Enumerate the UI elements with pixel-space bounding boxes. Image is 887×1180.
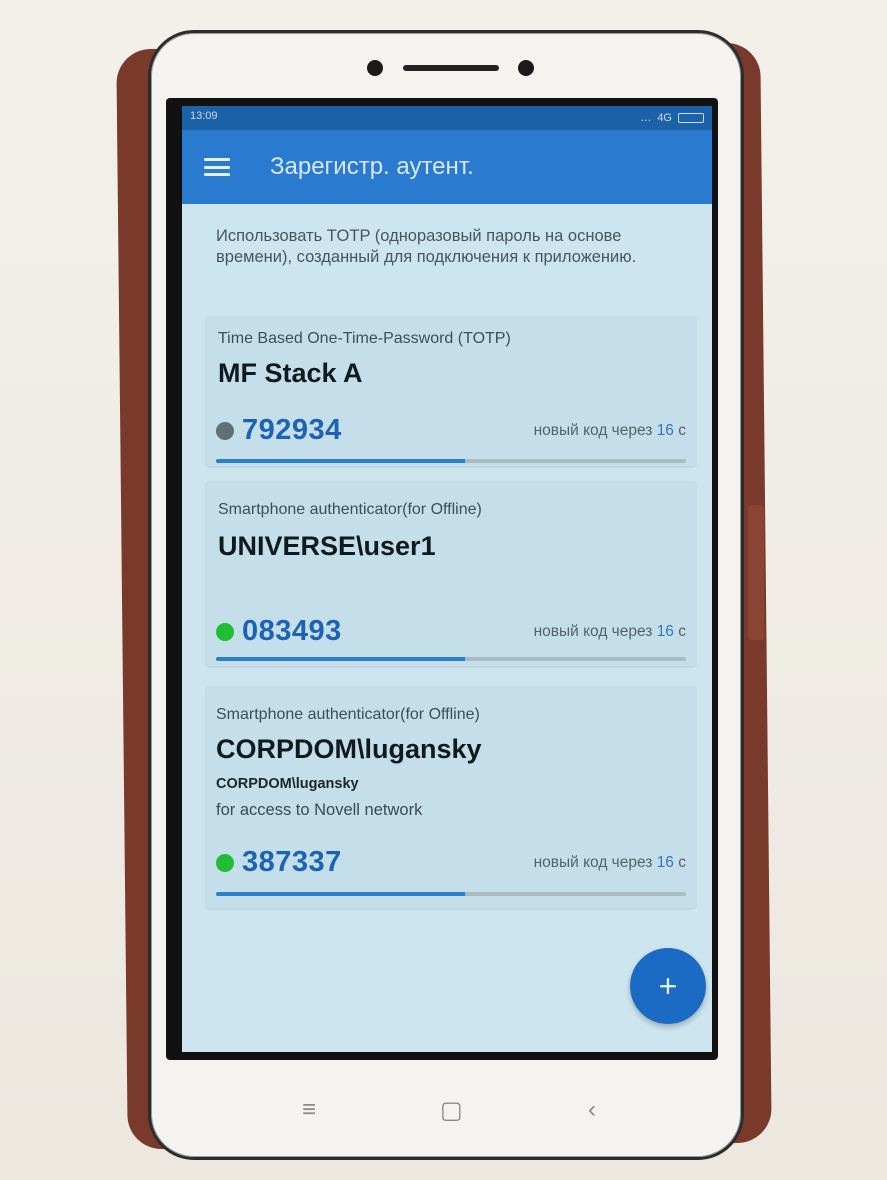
status-dot-icon <box>216 853 234 872</box>
phone-screen: 13:09 … 4G Зарегистр. аутент. Использова… <box>166 98 718 1060</box>
page-title: Зарегистр. аутент. <box>270 153 474 180</box>
status-bar: 13:09 … 4G <box>182 106 712 130</box>
card-type-label: Smartphone authenticator(for Offline) <box>218 501 482 518</box>
card-account-name: UNIVERSE\user1 <box>218 531 436 561</box>
intro-text: Использовать TOTP (одноразовый пароль на… <box>216 227 637 266</box>
card-description: for access to Novell network <box>216 801 423 819</box>
code-progress-bar <box>216 657 686 661</box>
signal-dots: … <box>640 112 652 124</box>
authenticator-card-totp[interactable]: Time Based One-Time-Password (TOTP) MF S… <box>206 316 696 466</box>
proximity-sensor-icon <box>518 60 534 76</box>
code-progress-bar <box>216 459 686 463</box>
timer-seconds: 16 <box>656 853 674 871</box>
card-type-label: Time Based One-Time-Password (TOTP) <box>218 330 511 347</box>
battery-icon <box>678 113 704 123</box>
app-bar: Зарегистр. аутент. <box>182 130 712 204</box>
code-row: 792934 новый код через 16 с <box>216 414 686 447</box>
card-type-label: Smartphone authenticator(for Offline) <box>216 706 480 723</box>
progress-fill <box>216 657 466 661</box>
progress-fill <box>216 459 466 463</box>
code-row: 083493 новый код через 16 с <box>216 615 686 648</box>
progress-fill <box>216 892 466 896</box>
status-dot-icon <box>216 622 234 641</box>
otp-code[interactable]: 792934 <box>242 414 342 447</box>
add-authenticator-button[interactable]: + <box>630 948 706 1024</box>
menu-key-icon[interactable]: ≡ <box>302 1096 316 1124</box>
card-account-subtitle: CORPDOM\lugansky <box>216 776 359 792</box>
code-progress-bar <box>216 892 686 896</box>
authenticator-card-offline-user1[interactable]: Smartphone authenticator(for Offline) UN… <box>206 481 696 666</box>
card-account-name: MF Stack A <box>218 358 363 388</box>
app-display: 13:09 … 4G Зарегистр. аутент. Использова… <box>182 106 712 1052</box>
otp-code[interactable]: 387337 <box>242 846 342 879</box>
timer-seconds: 16 <box>656 421 674 439</box>
otp-code[interactable]: 083493 <box>242 615 342 648</box>
code-timer: новый код через 16 с <box>533 421 686 439</box>
earpiece-speaker <box>403 65 499 71</box>
authenticator-card-offline-corpdom[interactable]: Smartphone authenticator(for Offline) CO… <box>206 686 696 908</box>
status-dot-icon <box>216 421 234 440</box>
network-type: 4G <box>657 112 672 124</box>
home-key-icon[interactable]: ▢ <box>440 1096 463 1125</box>
code-timer: новый код через 16 с <box>533 622 686 640</box>
front-camera-icon <box>367 60 383 76</box>
code-row: 387337 новый код через 16 с <box>216 846 686 879</box>
timer-seconds: 16 <box>656 622 674 640</box>
card-account-name: CORPDOM\lugansky <box>216 734 482 764</box>
phone-case-tab <box>748 505 764 640</box>
status-time: 13:09 <box>190 110 218 122</box>
code-timer: новый код через 16 с <box>533 853 686 871</box>
hamburger-menu-icon[interactable] <box>204 158 230 176</box>
back-key-icon[interactable]: ‹ <box>588 1096 596 1124</box>
